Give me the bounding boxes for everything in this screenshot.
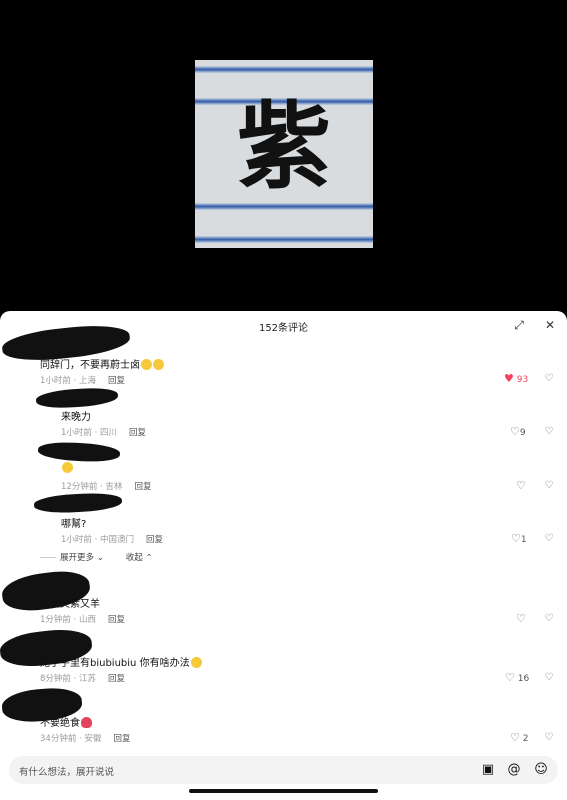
like-button[interactable]: ♡ bbox=[516, 479, 526, 492]
like-button[interactable]: ♥ 93 bbox=[504, 372, 528, 385]
blue-line-lower bbox=[195, 203, 373, 210]
dislike-icon[interactable]: ♡ bbox=[543, 480, 555, 492]
emoji-icon bbox=[190, 657, 202, 668]
comment-text: 来晚力 bbox=[61, 412, 91, 423]
comment-text: 又赵又紫又羊 bbox=[40, 599, 100, 610]
comment-meta: 1分钟前 · 山西 回复 bbox=[40, 615, 126, 625]
reply-button[interactable]: 回复 bbox=[108, 615, 125, 625]
emoji-icon[interactable]: ☺ bbox=[532, 761, 550, 779]
blue-line-top bbox=[195, 66, 373, 73]
expand-more-button[interactable]: 展开更多 ⌄ bbox=[60, 553, 104, 563]
video-frame: 紫 bbox=[195, 60, 373, 248]
at-icon[interactable]: @ bbox=[505, 761, 523, 779]
heart-icon: ♡ bbox=[505, 671, 515, 684]
reply-button[interactable]: 回复 bbox=[146, 535, 163, 545]
like-button[interactable]: ♡9 bbox=[510, 425, 526, 438]
reply-button[interactable]: 回复 bbox=[113, 734, 130, 744]
home-indicator bbox=[189, 789, 378, 793]
image-icon[interactable]: ▣ bbox=[479, 761, 497, 779]
heart-filled-icon: ♥ bbox=[504, 372, 514, 385]
heart-icon: ♡ bbox=[516, 479, 526, 492]
like-button[interactable]: ♡ bbox=[516, 612, 526, 625]
like-button[interactable]: ♡ 2 bbox=[510, 731, 528, 744]
expand-icon[interactable]: ⤢ bbox=[510, 316, 528, 334]
emoji-icon bbox=[62, 462, 73, 473]
heart-icon: ♡ bbox=[510, 425, 520, 438]
comment-meta: 34分钟前 · 安徽 回复 bbox=[40, 734, 131, 744]
comment-meta: 8分钟前 · 江苏 回复 bbox=[40, 674, 126, 684]
heart-icon: ♡ bbox=[510, 731, 520, 744]
divider-line bbox=[40, 557, 56, 558]
comment-text: 不要绝食 bbox=[40, 714, 92, 729]
dislike-icon[interactable]: ♡ bbox=[543, 533, 555, 545]
comment-meta: 1小时前 · 中国澳门 回复 bbox=[61, 535, 164, 545]
comment-meta: 12分钟前 · 吉林 回复 bbox=[61, 482, 152, 492]
blue-line-bottom bbox=[195, 236, 373, 243]
dislike-icon[interactable]: ♡ bbox=[543, 373, 555, 385]
dislike-icon[interactable]: ♡ bbox=[543, 732, 555, 744]
comment-meta: 1小时前 · 上海 回复 bbox=[40, 376, 126, 386]
collapse-button[interactable]: 收起 ⌃ bbox=[126, 553, 153, 563]
dislike-icon[interactable]: ♡ bbox=[543, 672, 555, 684]
thread-controls: 展开更多 ⌄ 收起 ⌃ bbox=[40, 551, 153, 563]
emoji-icon bbox=[153, 359, 164, 370]
avatar[interactable] bbox=[33, 491, 123, 515]
video-player[interactable]: 紫 bbox=[0, 0, 567, 312]
rose-emoji-icon bbox=[81, 717, 92, 728]
emoji-icon bbox=[141, 359, 152, 370]
calligraphy-character: 紫 bbox=[236, 92, 331, 202]
dislike-icon[interactable]: ♡ bbox=[543, 426, 555, 438]
like-button[interactable]: ♡ 16 bbox=[505, 671, 529, 684]
input-placeholder: 有什么想法，展开说说 bbox=[19, 767, 115, 778]
comment-input[interactable]: 有什么想法，展开说说 ▣ @ ☺ bbox=[9, 756, 558, 784]
comment-text: 哪幫? bbox=[61, 519, 87, 530]
dislike-icon[interactable]: ♡ bbox=[543, 613, 555, 625]
comment-text: 姥子手里有biubiubiu 你有啥办法 bbox=[40, 654, 202, 669]
avatar[interactable] bbox=[37, 440, 121, 464]
close-icon[interactable]: ✕ bbox=[541, 316, 559, 334]
reply-button[interactable]: 回复 bbox=[129, 428, 146, 438]
like-button[interactable]: ♡1 bbox=[511, 532, 527, 545]
comment-text bbox=[61, 462, 73, 474]
reply-button[interactable]: 回复 bbox=[108, 376, 125, 386]
heart-icon: ♡ bbox=[511, 532, 521, 545]
reply-button[interactable]: 回复 bbox=[108, 674, 125, 684]
comment-text: 同辞门，不要再蔚士卤 bbox=[40, 356, 164, 371]
comment-sheet: 152条评论 ⤢ ✕ 同辞门，不要再蔚士卤 1小时前 · 上海 回复 ♥ 93 ♡… bbox=[0, 311, 567, 800]
avatar[interactable] bbox=[35, 386, 119, 410]
comment-meta: 1小时前 · 四川 回复 bbox=[61, 428, 147, 438]
reply-button[interactable]: 回复 bbox=[134, 482, 151, 492]
heart-icon: ♡ bbox=[516, 612, 526, 625]
